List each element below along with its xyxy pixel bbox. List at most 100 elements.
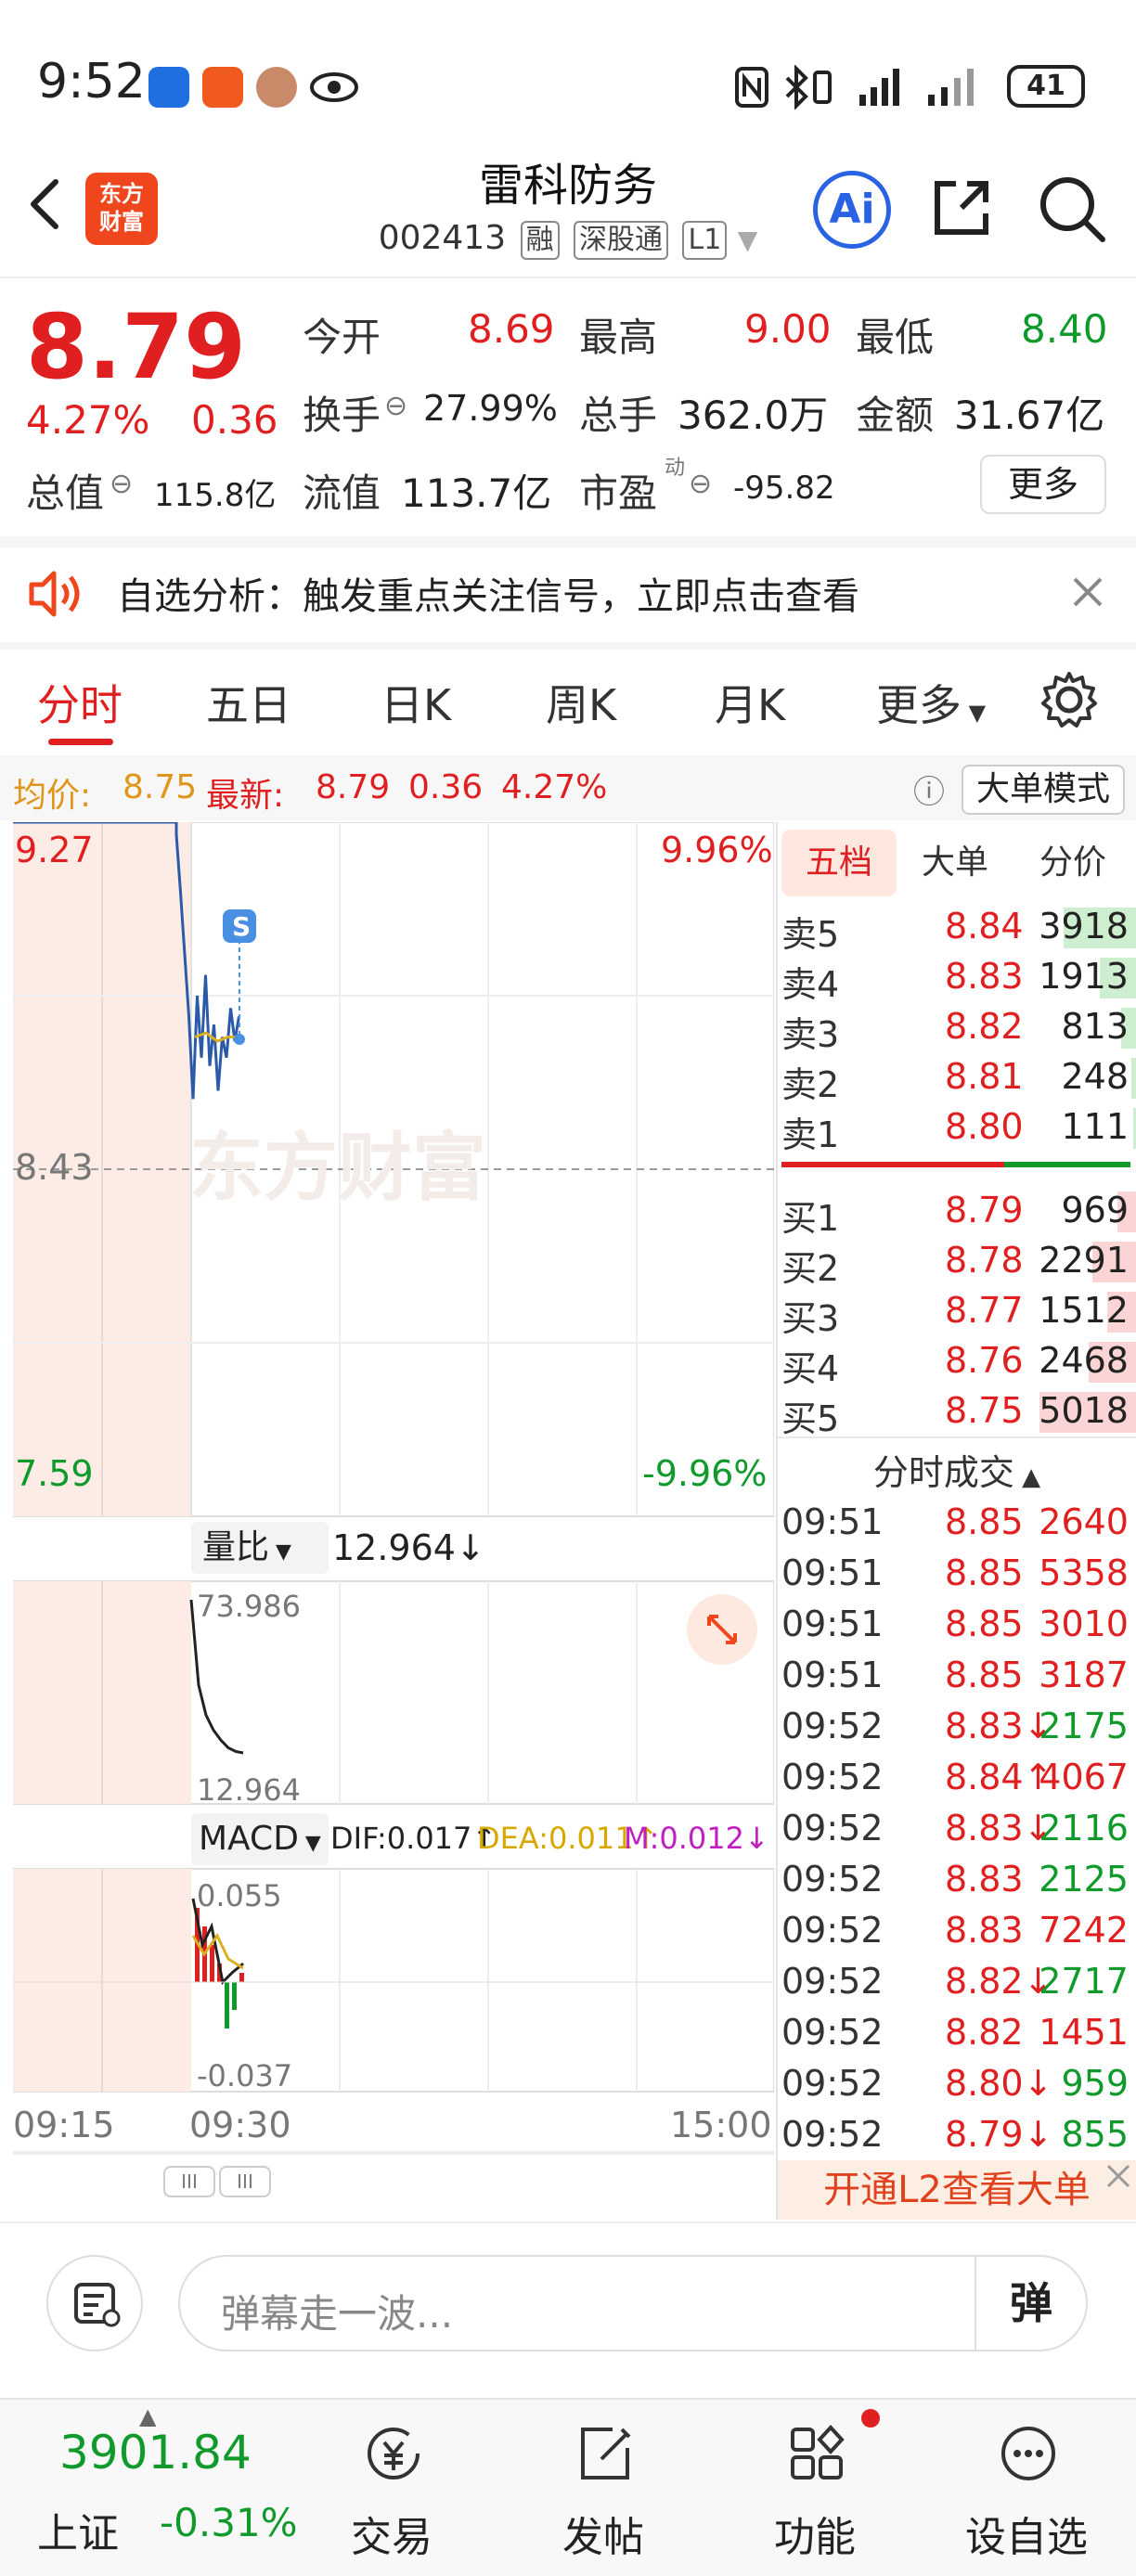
app-notification-icon: [148, 67, 189, 108]
high-label: 最高: [579, 315, 658, 360]
trade-time: 09:51: [781, 1655, 884, 1695]
l2-upsell-banner[interactable]: 开通L2查看大单: [778, 2160, 1136, 2220]
ask-level-name: 卖1: [781, 1114, 840, 1155]
tab-5day[interactable]: 五日: [206, 672, 291, 733]
big-order-mode-button[interactable]: 大单模式: [962, 765, 1125, 815]
bottom-nav: ▲ 3901.84 上证 -0.31% 交易 发帖 功能 设自选: [0, 2398, 1136, 2576]
help-icon[interactable]: ⓘ: [913, 766, 945, 812]
tab-big-orders[interactable]: 大单: [904, 830, 1006, 896]
alert-banner[interactable]: 自选分析：触发重点关注信号，立即点击查看: [0, 547, 1136, 640]
danmaku-toggle-button[interactable]: [46, 2255, 143, 2351]
ask-price: 8.82: [945, 1006, 1024, 1047]
bid-row[interactable]: 买1 8.79 969: [778, 1186, 1136, 1239]
tab-monthly-k[interactable]: 月K: [715, 672, 785, 733]
collapse-icon: ▲: [1013, 1463, 1041, 1491]
bid-ask-divider: [781, 1162, 1130, 1167]
ask-row[interactable]: 卖4 8.83 1913: [778, 952, 1136, 1005]
trade-time: 09:52: [781, 1706, 884, 1746]
time-axis-end: 15:00: [670, 2105, 772, 2145]
trade-time: 09:52: [781, 2012, 884, 2053]
scroll-handle-right[interactable]: III: [219, 2166, 271, 2197]
nav-trade[interactable]: 交易: [290, 2400, 494, 2576]
last-price-dot: [234, 1034, 245, 1045]
trade-price: 8.83: [945, 1910, 1024, 1951]
divider: [778, 1436, 1136, 1438]
bluetooth-icon: [785, 65, 832, 109]
info-icon[interactable]: ⊖: [110, 468, 133, 500]
trade-volume: 2116: [1039, 1808, 1129, 1848]
speaker-icon: [29, 571, 80, 617]
ai-assistant-button[interactable]: Ai: [813, 171, 891, 249]
ask-row[interactable]: 卖3 8.82 813: [778, 1002, 1136, 1055]
danmaku-placeholder: 弹幕走一波...: [221, 2291, 454, 2337]
trade-time: 09:52: [781, 1859, 884, 1900]
index-ticker[interactable]: ▲ 3901.84 上证 -0.31%: [0, 2400, 316, 2576]
vol-ratio-selector[interactable]: 量比 ▼: [191, 1522, 329, 1574]
dropdown-icon: ▼: [269, 1540, 291, 1564]
chart-tabs: 分时 五日 日K 周K 月K 更多 ▼: [0, 650, 1136, 752]
bid-price: 8.76: [945, 1340, 1024, 1381]
nfc-icon: [735, 67, 768, 108]
avg-value: 8.75: [123, 768, 198, 806]
trade-price: 8.83: [945, 1859, 1024, 1900]
trade-volume: 1451: [1039, 2012, 1129, 2053]
trade-row: 09:51 8.85 3187: [778, 1649, 1136, 1701]
nav-post-label: 发帖: [562, 2514, 644, 2561]
nav-post[interactable]: 发帖: [501, 2400, 705, 2576]
tab-price-dist[interactable]: 分价: [1015, 830, 1130, 896]
pe-value: -95.82: [733, 470, 835, 507]
close-icon[interactable]: [1104, 2162, 1132, 2190]
more-quote-button[interactable]: 更多: [980, 455, 1106, 514]
ask-row[interactable]: 卖5 8.84 3918: [778, 902, 1136, 955]
close-icon[interactable]: [1069, 573, 1106, 611]
nav-functions[interactable]: 功能: [713, 2400, 917, 2576]
nav-add-watchlist[interactable]: 设自选: [924, 2400, 1129, 2576]
ask-row[interactable]: 卖1 8.80 111: [778, 1102, 1136, 1155]
signal-icon: [859, 69, 899, 106]
chart-scroll-track[interactable]: [13, 2151, 774, 2155]
watermark: 东方财富: [189, 1125, 486, 1211]
bid-row[interactable]: 买2 8.78 2291: [778, 1236, 1136, 1289]
ask-row[interactable]: 卖2 8.81 248: [778, 1052, 1136, 1105]
m-value: M:0.012↓: [624, 1821, 769, 1856]
danmaku-input[interactable]: 弹幕走一波... 弹: [178, 2255, 1088, 2351]
open-value: 8.69: [468, 306, 555, 352]
tab-intraday[interactable]: 分时: [37, 672, 123, 733]
bid-row[interactable]: 买5 8.75 5018: [778, 1386, 1136, 1439]
trade-price: 8.85: [945, 1655, 1024, 1695]
ask-price: 8.84: [945, 906, 1024, 947]
trade-volume: 2175: [1039, 1706, 1129, 1746]
macd-selector[interactable]: MACD ▼: [191, 1813, 329, 1865]
index-change: -0.31%: [160, 2500, 298, 2545]
tab-five-levels[interactable]: 五档: [781, 830, 897, 896]
info-icon[interactable]: ⊖: [384, 390, 407, 422]
tag-level[interactable]: L1: [682, 221, 728, 260]
avg-label: 均价:: [13, 777, 92, 815]
search-icon[interactable]: [1036, 173, 1106, 243]
danmaku-send-button[interactable]: 弹: [975, 2257, 1086, 2350]
trades-title: 分时成交: [872, 1452, 1014, 1493]
trade-row: 09:52 8.80↓ 959: [778, 2057, 1136, 2109]
scroll-handle-left[interactable]: III: [163, 2166, 215, 2197]
send-label: 弹: [1010, 2278, 1052, 2328]
tab-daily-k[interactable]: 日K: [381, 672, 451, 733]
price-axis-top: 9.27: [15, 830, 94, 870]
level-dropdown-icon[interactable]: ▼: [738, 225, 758, 255]
ask-level-name: 卖5: [781, 914, 840, 955]
trades-title-row[interactable]: 分时成交 ▲: [778, 1440, 1136, 1495]
info-icon[interactable]: ⊖: [689, 468, 712, 500]
trade-row: 09:52 8.82 1451: [778, 2006, 1136, 2058]
tab-weekly-k[interactable]: 周K: [546, 672, 616, 733]
trade-price: 8.79↓: [945, 2114, 1053, 2155]
tab-more[interactable]: 更多 ▼: [876, 672, 986, 733]
bid-volume: 2291: [1039, 1240, 1129, 1281]
price-axis-bottom: 7.59: [15, 1453, 94, 1494]
bid-row[interactable]: 买4 8.76 2468: [778, 1336, 1136, 1389]
ask-volume: 111: [1061, 1106, 1129, 1147]
settings-gear-icon[interactable]: [1039, 670, 1099, 729]
time-axis-start: 09:15: [13, 2105, 115, 2145]
volume-value: 362.0万: [678, 393, 829, 438]
bid-row[interactable]: 买3 8.77 1512: [778, 1286, 1136, 1339]
macd-axis-top: 0.055: [197, 1878, 282, 1913]
share-icon[interactable]: [928, 174, 995, 241]
